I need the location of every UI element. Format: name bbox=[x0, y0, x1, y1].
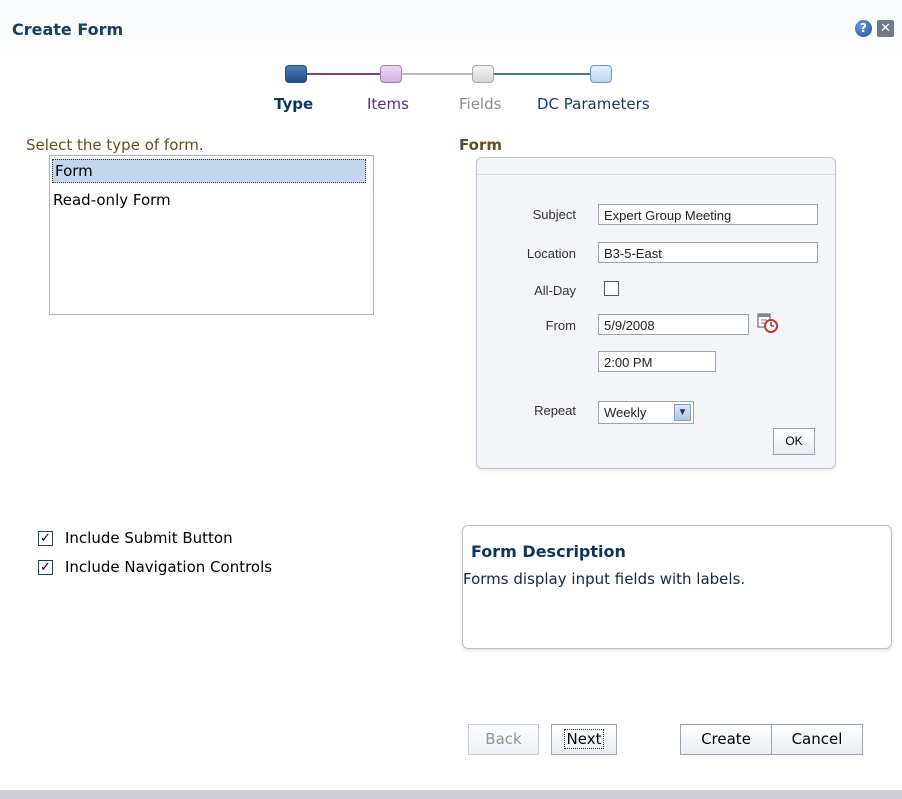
next-button[interactable]: Next bbox=[551, 724, 617, 755]
calendar-icon[interactable] bbox=[757, 312, 779, 334]
subject-label: Subject bbox=[532, 207, 576, 222]
form-description-panel: Form Description Forms display input fie… bbox=[462, 525, 892, 649]
repeat-select[interactable]: Weekly ▼ bbox=[598, 401, 694, 424]
train-stop-type[interactable] bbox=[285, 65, 307, 83]
help-icon[interactable]: ? bbox=[855, 20, 872, 37]
allday-label: All-Day bbox=[534, 283, 576, 298]
preview-heading: Form bbox=[459, 136, 502, 154]
allday-checkbox[interactable] bbox=[604, 281, 619, 296]
train-connector-fields-dc bbox=[494, 73, 590, 75]
cancel-button[interactable]: Cancel bbox=[771, 724, 863, 755]
subject-field[interactable]: Expert Group Meeting bbox=[598, 204, 818, 225]
type-select-label: Select the type of form. bbox=[26, 136, 204, 154]
train-connector-type-items bbox=[305, 73, 380, 75]
ok-button[interactable]: OK bbox=[773, 428, 815, 455]
chevron-down-icon[interactable]: ▼ bbox=[674, 404, 691, 421]
description-text: Forms display input fields with labels. bbox=[463, 570, 746, 588]
repeat-label: Repeat bbox=[534, 403, 576, 418]
train-label-fields: Fields bbox=[459, 95, 502, 113]
form-type-listbox[interactable]: Form Read-only Form bbox=[49, 155, 374, 315]
from-date-field[interactable]: 5/9/2008 bbox=[598, 314, 749, 335]
train-stop-dc-parameters[interactable] bbox=[590, 65, 612, 83]
train-connector-items-fields bbox=[402, 73, 472, 75]
include-submit-checkbox[interactable]: ✓ bbox=[38, 531, 53, 546]
train-label-dc-parameters[interactable]: DC Parameters bbox=[537, 95, 650, 113]
train-label-type[interactable]: Type bbox=[274, 95, 313, 113]
include-submit-label: Include Submit Button bbox=[65, 529, 233, 547]
from-label: From bbox=[545, 318, 576, 333]
close-icon[interactable]: ✕ bbox=[877, 20, 894, 37]
form-preview-panel: Subject Expert Group Meeting Location B3… bbox=[476, 157, 836, 469]
form-preview-body: Subject Expert Group Meeting Location B3… bbox=[477, 174, 835, 469]
train-label-items[interactable]: Items bbox=[367, 95, 409, 113]
create-button[interactable]: Create bbox=[680, 724, 772, 755]
include-nav-checkbox[interactable]: ✓ bbox=[38, 560, 53, 575]
include-nav-label: Include Navigation Controls bbox=[65, 558, 273, 576]
back-button: Back bbox=[468, 724, 539, 755]
next-button-label: Next bbox=[563, 729, 605, 749]
repeat-select-value: Weekly bbox=[604, 405, 647, 420]
dialog-title: Create Form bbox=[12, 20, 124, 39]
train-stop-fields bbox=[472, 65, 494, 83]
description-title: Form Description bbox=[471, 542, 626, 561]
train-stop-items[interactable] bbox=[380, 65, 402, 83]
location-field[interactable]: B3-5-East bbox=[598, 242, 818, 263]
list-item-form[interactable]: Form bbox=[52, 159, 366, 183]
from-time-field[interactable]: 2:00 PM bbox=[598, 351, 716, 372]
location-label: Location bbox=[526, 246, 576, 261]
list-item-read-only-form[interactable]: Read-only Form bbox=[53, 191, 171, 209]
